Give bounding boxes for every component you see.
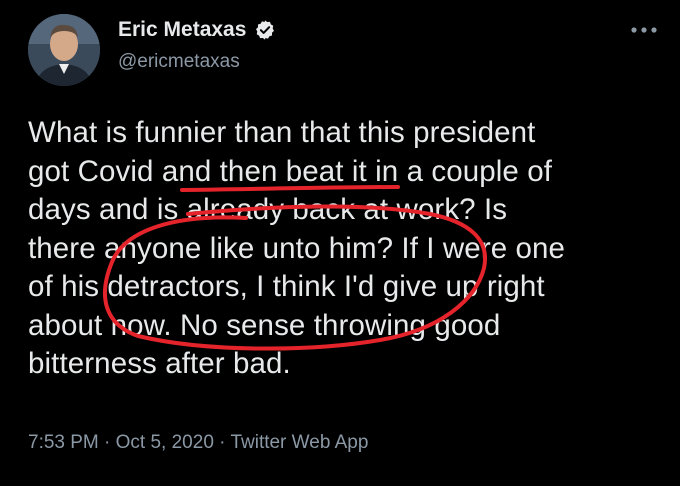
tweet-text-line: about now. No sense throwing good	[28, 308, 501, 342]
tweet-text-line: got Covid and then beat it in a couple o…	[28, 154, 552, 188]
author-handle[interactable]: @ericmetaxas	[118, 51, 240, 73]
tweet-date[interactable]: Oct 5, 2020	[116, 432, 214, 453]
verified-badge-icon	[254, 19, 276, 41]
tweet-text-line: days and is already back at work? Is	[28, 193, 508, 226]
tweet-time[interactable]: 7:53 PM	[28, 432, 99, 453]
meta-separator: ·	[213, 432, 231, 453]
meta-separator: ·	[98, 432, 116, 453]
tweet-meta: 7:53 PM · Oct 5, 2020 · Twitter Web App	[28, 432, 368, 454]
more-options-icon	[631, 27, 657, 33]
tweet-text-line: What is funnier than that this president	[28, 116, 536, 149]
more-options-button[interactable]	[628, 18, 660, 42]
tweet-source[interactable]: Twitter Web App	[230, 432, 368, 453]
tweet-text-line: bitterness after bad.	[28, 347, 291, 380]
display-name[interactable]: Eric Metaxas	[118, 18, 246, 42]
tweet-card: Eric Metaxas @ericmetaxas What is funnie…	[0, 0, 680, 486]
tweet-text-line: of his detractors, I think I'd give up r…	[28, 270, 545, 303]
avatar[interactable]	[28, 14, 100, 86]
tweet-text-line: there anyone like unto him? If I were on…	[28, 231, 566, 265]
tweet-text: What is funnier than that this president…	[28, 114, 664, 384]
profile-photo-icon	[28, 14, 100, 86]
author-name-row[interactable]: Eric Metaxas	[118, 18, 276, 42]
